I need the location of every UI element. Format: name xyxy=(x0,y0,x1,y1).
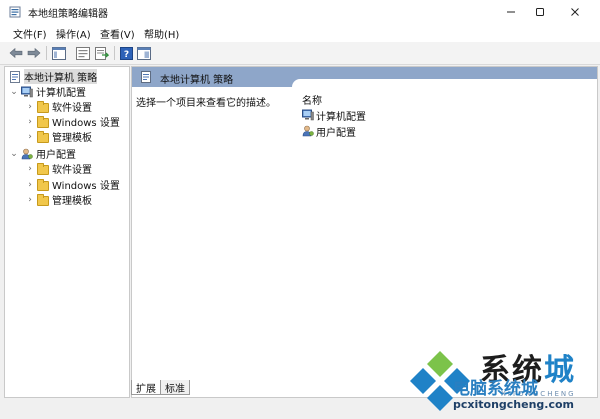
tab-extended[interactable]: 扩展 xyxy=(131,380,161,395)
tree-item-label: 管理模板 xyxy=(52,133,92,144)
title-bar[interactable]: 本地组策略编辑器 xyxy=(0,0,600,24)
close-button[interactable] xyxy=(558,0,592,24)
menu-bar: 文件(F) 操作(A) 查看(V) 帮助(H) xyxy=(0,24,600,42)
list-item-computer-config[interactable]: 计算机配置 xyxy=(302,108,366,123)
folder-icon xyxy=(37,100,49,113)
toolbar: ? xyxy=(0,42,600,65)
properties-icon xyxy=(76,46,90,60)
export-list-icon xyxy=(95,46,109,60)
chevron-right-icon[interactable]: › xyxy=(25,102,35,112)
help-icon: ? xyxy=(119,46,133,60)
column-header-name[interactable]: 名称 xyxy=(302,92,322,107)
computer-icon xyxy=(21,86,33,98)
tree-item-local-computer-policy[interactable]: 本地计算机 策略 xyxy=(7,69,98,84)
show-hide-tree-button[interactable] xyxy=(51,45,67,61)
console-tree-pane[interactable]: 本地计算机 策略 ⌄ 计算机配置 › 软件设置 › Windows 设置 › 管… xyxy=(4,66,130,398)
back-button[interactable] xyxy=(8,45,24,61)
chevron-right-icon[interactable]: › xyxy=(25,164,35,174)
tree-item-windows-settings[interactable]: › Windows 设置 xyxy=(25,114,120,129)
extended-view-button[interactable] xyxy=(136,45,152,61)
user-icon xyxy=(21,148,33,160)
tree-item-admin-templates[interactable]: › 管理模板 xyxy=(25,129,92,144)
items-list[interactable]: 名称 计算机配置 用户配置 xyxy=(292,79,597,397)
tree-item-label: 本地计算机 策略 xyxy=(24,69,98,84)
policy-document-icon xyxy=(9,70,21,83)
minimize-icon xyxy=(507,11,515,13)
chevron-right-icon[interactable]: › xyxy=(25,195,35,205)
chevron-right-icon[interactable]: › xyxy=(25,117,35,127)
tree-item-computer-config[interactable]: ⌄ 计算机配置 xyxy=(9,84,86,99)
tree-item-user-config[interactable]: ⌄ 用户配置 xyxy=(9,146,76,161)
help-button[interactable]: ? xyxy=(118,45,134,61)
forward-arrow-icon xyxy=(27,47,41,59)
toolbar-separator xyxy=(114,46,115,60)
watermark-url: pcxitongcheng.com xyxy=(453,398,575,411)
menu-action[interactable]: 操作(A) xyxy=(56,26,91,41)
folder-icon xyxy=(37,130,49,143)
maximize-icon xyxy=(536,8,544,16)
tree-item-user-windows-settings[interactable]: › Windows 设置 xyxy=(25,177,120,192)
folder-icon xyxy=(37,115,49,128)
extended-view-icon xyxy=(137,46,151,60)
list-item-user-config[interactable]: 用户配置 xyxy=(302,124,356,139)
chevron-right-icon[interactable]: › xyxy=(25,132,35,142)
tree-item-label: 管理模板 xyxy=(52,196,92,207)
details-pane: 本地计算机 策略 选择一个项目来查看它的描述。 名称 计算机配置 用户配置 xyxy=(131,66,598,398)
chevron-down-icon[interactable]: ⌄ xyxy=(9,149,19,159)
menu-view[interactable]: 查看(V) xyxy=(100,26,135,41)
list-item-label: 计算机配置 xyxy=(316,111,366,123)
menu-file[interactable]: 文件(F) xyxy=(13,26,47,41)
tree-item-label: Windows 设置 xyxy=(52,181,120,192)
view-tabs: 扩展 标准 xyxy=(131,380,190,396)
tree-item-label: 软件设置 xyxy=(52,103,92,114)
window-title: 本地组策略编辑器 xyxy=(28,9,108,20)
back-arrow-icon xyxy=(9,47,23,59)
tree-item-software-settings[interactable]: › 软件设置 xyxy=(25,99,92,114)
folder-icon xyxy=(37,193,49,206)
properties-button[interactable] xyxy=(75,45,91,61)
details-header-title: 本地计算机 策略 xyxy=(160,75,234,86)
description-text: 选择一个项目来查看它的描述。 xyxy=(136,98,276,109)
close-icon xyxy=(571,8,579,16)
chevron-right-icon[interactable]: › xyxy=(25,180,35,190)
export-list-button[interactable] xyxy=(94,45,110,61)
tree-item-user-admin-templates[interactable]: › 管理模板 xyxy=(25,192,92,207)
menu-help[interactable]: 帮助(H) xyxy=(144,26,179,41)
tree-item-label: Windows 设置 xyxy=(52,118,120,129)
policy-document-icon xyxy=(140,71,152,83)
folder-icon xyxy=(37,178,49,191)
description-area: 选择一个项目来查看它的描述。 xyxy=(132,87,292,397)
show-hide-tree-icon xyxy=(52,46,66,60)
user-icon xyxy=(302,125,314,137)
folder-icon xyxy=(37,162,49,175)
tree-item-label: 用户配置 xyxy=(36,150,76,161)
svg-text:?: ? xyxy=(123,50,128,60)
tab-standard[interactable]: 标准 xyxy=(160,380,190,395)
toolbar-separator xyxy=(46,46,47,60)
maximize-button[interactable] xyxy=(523,0,557,24)
list-item-label: 用户配置 xyxy=(316,127,356,139)
tree-item-user-software-settings[interactable]: › 软件设置 xyxy=(25,161,92,176)
forward-button[interactable] xyxy=(26,45,42,61)
tree-item-label: 软件设置 xyxy=(52,165,92,176)
computer-icon xyxy=(302,109,314,121)
tree-item-label: 计算机配置 xyxy=(36,88,86,99)
policy-editor-app-icon xyxy=(9,6,21,18)
chevron-down-icon[interactable]: ⌄ xyxy=(9,87,19,97)
group-policy-editor-window: 本地组策略编辑器 文件(F) 操作(A) 查看(V) 帮助(H) ? 本地计算机… xyxy=(0,0,600,419)
